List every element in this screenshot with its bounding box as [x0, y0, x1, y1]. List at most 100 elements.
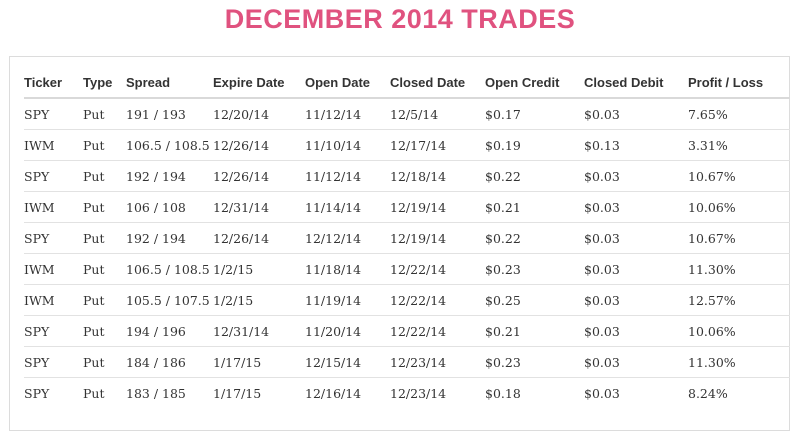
cell-profit-loss: 10.67% [688, 160, 790, 192]
cell-expire-date: 12/26/14 [213, 222, 305, 254]
cell-type: Put [83, 98, 126, 130]
cell-closed-debit: $0.03 [584, 315, 688, 347]
cell-open-date: 11/20/14 [305, 315, 390, 347]
cell-open-credit: $0.19 [485, 129, 584, 161]
header-expire-date: Expire Date [213, 67, 305, 99]
cell-closed-debit: $0.03 [584, 98, 688, 130]
cell-closed-date: 12/22/14 [390, 253, 485, 285]
table-row: IWM Put 105.5 / 107.5 1/2/15 11/19/14 12/22/1… [24, 284, 790, 316]
cell-type: Put [83, 385, 105, 401]
table-row: IWM Put 106.5 / 108.5 12/26/14 11/10/14 12/17… [24, 129, 790, 161]
cell-spread: 184 / 186 [126, 346, 213, 378]
cell-expire-date: 1/2/15 [213, 284, 305, 316]
cell-open-credit: $0.25 [485, 284, 584, 316]
cell-open-date: 11/12/14 [305, 160, 390, 192]
cell-closed-debit: $0.03 [584, 385, 620, 401]
cell-closed-debit: $0.03 [584, 191, 688, 223]
table-row: SPY Put 194 / 196 12/31/14 11/20/14 12/22/14 $… [24, 315, 790, 347]
cell-spread: 192 / 194 [126, 160, 213, 192]
table-row: IWM Put 106 / 108 12/31/14 11/14/14 12/19/14 $… [24, 191, 790, 223]
cell-closed-date: 12/19/14 [390, 191, 485, 223]
cell-spread: 106.5 / 108.5 [126, 129, 213, 161]
cell-open-credit: $0.23 [485, 346, 584, 378]
cell-closed-date: 12/19/14 [390, 222, 485, 254]
cell-ticker: SPY [24, 160, 83, 192]
cell-expire-date: 1/2/15 [213, 253, 305, 285]
header-open-credit: Open Credit [485, 67, 584, 99]
cell-closed-date: 12/23/14 [390, 346, 485, 378]
cell-profit-loss: 8.24% [688, 385, 728, 401]
header-type: Type [83, 67, 126, 99]
table-row: IWM Put 106.5 / 108.5 1/2/15 11/18/14 12/22/1… [24, 253, 790, 285]
cell-open-credit: $0.21 [485, 315, 584, 347]
table-header-row: Ticker Type Spread Expire Date Open Date… [24, 67, 790, 99]
cell-closed-debit: $0.13 [584, 129, 688, 161]
cell-closed-debit: $0.03 [584, 284, 688, 316]
cell-profit-loss: 11.30% [688, 346, 790, 378]
cell-expire-date: 1/17/15 [213, 346, 305, 378]
cell-open-credit: $0.18 [485, 385, 521, 401]
trades-panel: Ticker Type Spread Expire Date Open Date… [9, 56, 790, 431]
cell-open-credit: $0.23 [485, 253, 584, 285]
cell-ticker: IWM [24, 253, 83, 285]
table-row: SPY Put 192 / 194 12/26/14 11/12/14 12/18/14 $… [24, 160, 790, 192]
cell-type: Put [83, 129, 126, 161]
cell-open-date: 12/12/14 [305, 222, 390, 254]
cell-closed-debit: $0.03 [584, 346, 688, 378]
cell-expire-date: 1/17/15 [213, 385, 262, 401]
cell-expire-date: 12/26/14 [213, 160, 305, 192]
cell-open-date: 11/12/14 [305, 98, 390, 130]
cell-closed-debit: $0.03 [584, 253, 688, 285]
table-body: SPY Put 191 / 193 12/20/14 11/12/14 12/5/14 $0… [24, 98, 790, 408]
cell-type: Put [83, 284, 126, 316]
cell-open-date: 11/19/14 [305, 284, 390, 316]
cell-expire-date: 12/26/14 [213, 129, 305, 161]
cell-spread: 106 / 108 [126, 191, 213, 223]
cell-closed-date: 12/22/14 [390, 284, 485, 316]
cell-expire-date: 12/31/14 [213, 191, 305, 223]
cell-ticker: IWM [24, 191, 83, 223]
table-row: SPY Put 191 / 193 12/20/14 11/12/14 12/5/14 $0… [24, 98, 790, 130]
cell-ticker: SPY [24, 222, 83, 254]
cell-spread: 194 / 196 [126, 315, 213, 347]
cell-spread: 105.5 / 107.5 [126, 284, 213, 316]
cell-type: Put [83, 315, 126, 347]
cell-profit-loss: 10.06% [688, 191, 790, 223]
cell-type: Put [83, 346, 126, 378]
cell-ticker: SPY [24, 346, 83, 378]
cell-closed-date: 12/22/14 [390, 315, 485, 347]
header-ticker: Ticker [24, 67, 83, 99]
cell-closed-debit: $0.03 [584, 160, 688, 192]
cell-closed-date: 12/17/14 [390, 129, 485, 161]
header-closed-debit: Closed Debit [584, 67, 688, 99]
cell-spread: 183 / 185 [126, 385, 186, 401]
cell-profit-loss: 11.30% [688, 253, 790, 285]
cell-open-credit: $0.21 [485, 191, 584, 223]
cell-profit-loss: 3.31% [688, 129, 790, 161]
cell-type: Put [83, 222, 126, 254]
cell-open-credit: $0.22 [485, 160, 584, 192]
table-row: SPY Put 192 / 194 12/26/14 12/12/14 12/19/14 $… [24, 222, 790, 254]
cell-closed-debit: $0.03 [584, 222, 688, 254]
header-spread: Spread [126, 67, 213, 99]
cell-profit-loss: 10.67% [688, 222, 790, 254]
cell-profit-loss: 12.57% [688, 284, 790, 316]
cell-type: Put [83, 253, 126, 285]
header-open-date: Open Date [305, 67, 390, 99]
header-profit-loss: Profit / Loss [688, 67, 790, 99]
cell-ticker: SPY [24, 98, 83, 130]
cell-ticker: IWM [24, 129, 83, 161]
page-title: DECEMBER 2014 TRADES [224, 4, 576, 34]
cell-spread: 192 / 194 [126, 222, 213, 254]
cell-open-date: 11/14/14 [305, 191, 390, 223]
cell-closed-date: 12/18/14 [390, 160, 485, 192]
cell-spread: 106.5 / 108.5 [126, 253, 213, 285]
cell-open-credit: $0.22 [485, 222, 584, 254]
cell-ticker: SPY [24, 315, 83, 347]
cell-open-credit: $0.17 [485, 98, 584, 130]
cell-profit-loss: 10.06% [688, 315, 790, 347]
cell-closed-date: 12/5/14 [390, 98, 485, 130]
cell-closed-date: 12/23/14 [390, 385, 447, 401]
cell-expire-date: 12/31/14 [213, 315, 305, 347]
table-row: SPY Put 184 / 186 1/17/15 12/15/14 12/23/14 $0… [24, 346, 790, 378]
